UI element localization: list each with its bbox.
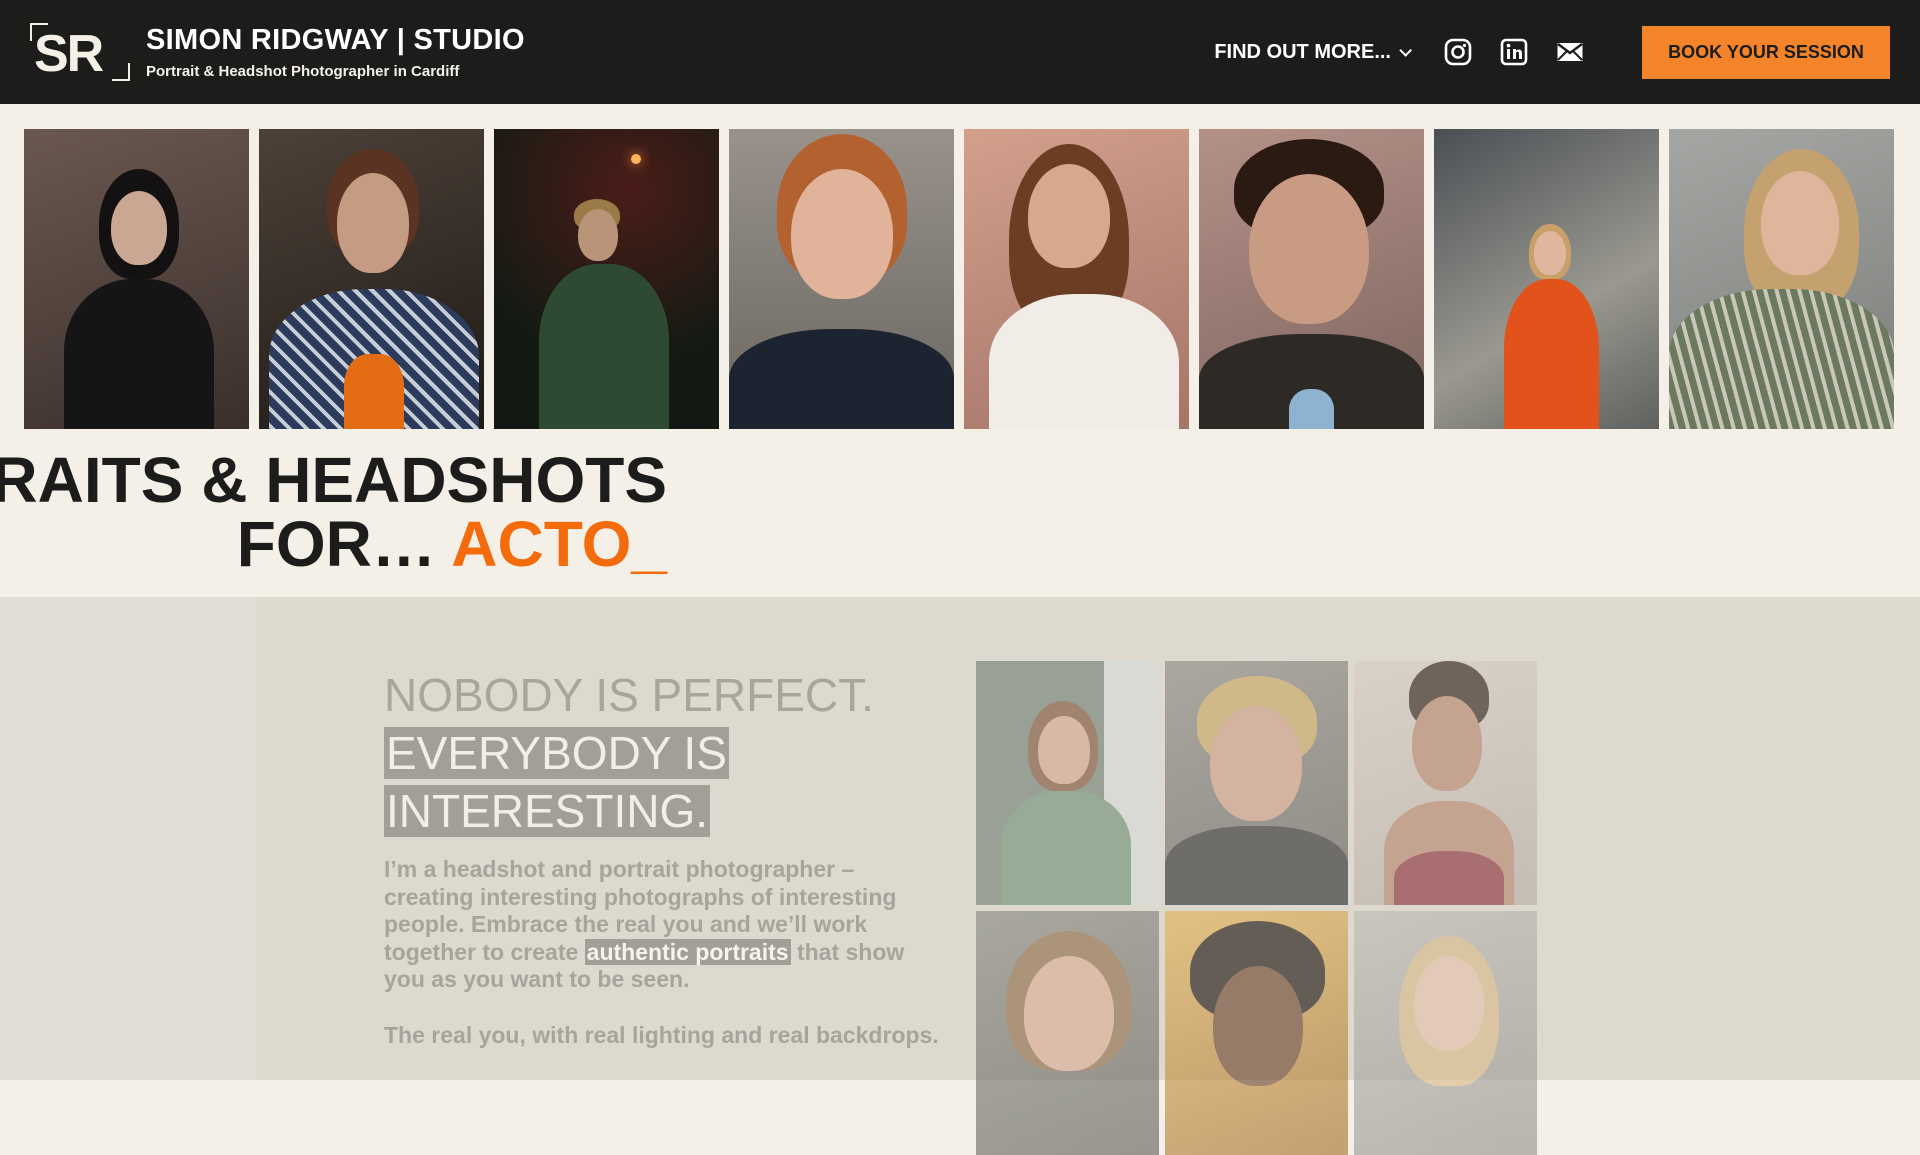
portrait-woman-orange-suit[interactable]: [1434, 129, 1659, 429]
side-panel: [0, 597, 256, 1080]
book-session-button[interactable]: BOOK YOUR SESSION: [1642, 25, 1890, 79]
body-shape: [1001, 791, 1131, 905]
portrait-woman-black-dress[interactable]: [24, 129, 249, 429]
portrait-redhead-girl[interactable]: [729, 129, 954, 429]
portrait-strip: [24, 129, 1894, 429]
hero-line-2: FOR… ACTO_: [0, 512, 667, 576]
about-section: [0, 597, 1920, 1080]
face-shape: [1761, 171, 1839, 275]
about-tagline: NOBODY IS PERFECT. EVERYBODY IS INTEREST…: [384, 666, 874, 840]
lamp-shape: [631, 154, 641, 164]
find-out-more-menu[interactable]: FIND OUT MORE...: [1214, 40, 1412, 64]
face-shape: [111, 191, 167, 265]
face-shape: [1412, 696, 1482, 791]
shirt-shape: [1289, 389, 1334, 429]
mail-icon[interactable]: [1556, 38, 1584, 66]
grid-portrait-curly-blond[interactable]: [1165, 661, 1348, 905]
top-shape: [1394, 851, 1504, 905]
grid-portrait-window[interactable]: [976, 661, 1159, 905]
authentic-portraits-link[interactable]: authentic portraits: [584, 938, 791, 965]
face-shape: [337, 173, 409, 273]
face-shape: [1210, 706, 1302, 821]
grid-portrait-man-afro[interactable]: [1165, 911, 1348, 1155]
hero-line-1: RAITS & HEADSHOTS: [0, 444, 667, 516]
face-shape: [1028, 164, 1110, 268]
shirt-shape: [344, 354, 404, 429]
face-shape: [1249, 174, 1369, 324]
portrait-woman-striped-shirt[interactable]: [1669, 129, 1894, 429]
logo-bracket-bottom: [112, 63, 130, 81]
tagline-line-3: INTERESTING.: [384, 785, 711, 837]
face-shape: [1213, 966, 1303, 1086]
grid-portrait-woman-bob[interactable]: [976, 911, 1159, 1155]
body-shape: [729, 329, 954, 429]
linkedin-icon[interactable]: [1500, 38, 1528, 66]
site-title: SIMON RIDGWAY | STUDIO: [146, 24, 525, 56]
portrait-man-curly-hair[interactable]: [1199, 129, 1424, 429]
grid-portrait-woman-updo[interactable]: [1354, 661, 1537, 905]
logo[interactable]: SR: [30, 23, 130, 83]
brand[interactable]: SIMON RIDGWAY | STUDIO Portrait & Headsh…: [146, 24, 525, 80]
portrait-woman-patterned-coat[interactable]: [259, 129, 484, 429]
body-shape: [64, 279, 214, 429]
logo-mark: SR: [34, 25, 104, 83]
body-shape: [1165, 826, 1348, 905]
face-shape: [1024, 956, 1114, 1071]
tagline-line-2: EVERYBODY IS: [384, 727, 729, 779]
social-links: [1444, 38, 1584, 66]
find-out-more-label: FIND OUT MORE...: [1214, 40, 1391, 63]
face-shape: [578, 209, 618, 261]
main-nav: FIND OUT MORE... BOOK YOUR SESSION: [1214, 25, 1890, 79]
about-intro-2: The real you, with real lighting and rea…: [384, 1022, 939, 1048]
body-shape: [989, 294, 1179, 429]
face-shape: [1414, 956, 1484, 1051]
body-shape: [1669, 289, 1894, 429]
site-subtitle: Portrait & Headshot Photographer in Card…: [146, 63, 460, 80]
face-shape: [1038, 716, 1090, 784]
portrait-man-green-sweater[interactable]: [494, 129, 719, 429]
hero-line-2-prefix: FOR…: [236, 508, 452, 580]
hero-typing-word: ACTO_: [451, 508, 667, 580]
instagram-icon[interactable]: [1444, 38, 1472, 66]
body-shape: [539, 264, 669, 429]
about-intro: I’m a headshot and portrait photographer…: [384, 856, 944, 994]
tagline-line-1: NOBODY IS PERFECT.: [384, 669, 874, 721]
site-header: SR SIMON RIDGWAY | STUDIO Portrait & Hea…: [0, 0, 1920, 104]
body-shape: [1504, 279, 1599, 429]
chevron-down-icon: [1399, 43, 1412, 57]
portrait-woman-laughing[interactable]: [964, 129, 1189, 429]
grid-portrait-woman-blonde[interactable]: [1354, 911, 1537, 1155]
face-shape: [791, 169, 893, 299]
hero-headline: RAITS & HEADSHOTS FOR… ACTO_: [0, 448, 667, 576]
portrait-grid: [976, 661, 1537, 1155]
face-shape: [1534, 231, 1566, 275]
